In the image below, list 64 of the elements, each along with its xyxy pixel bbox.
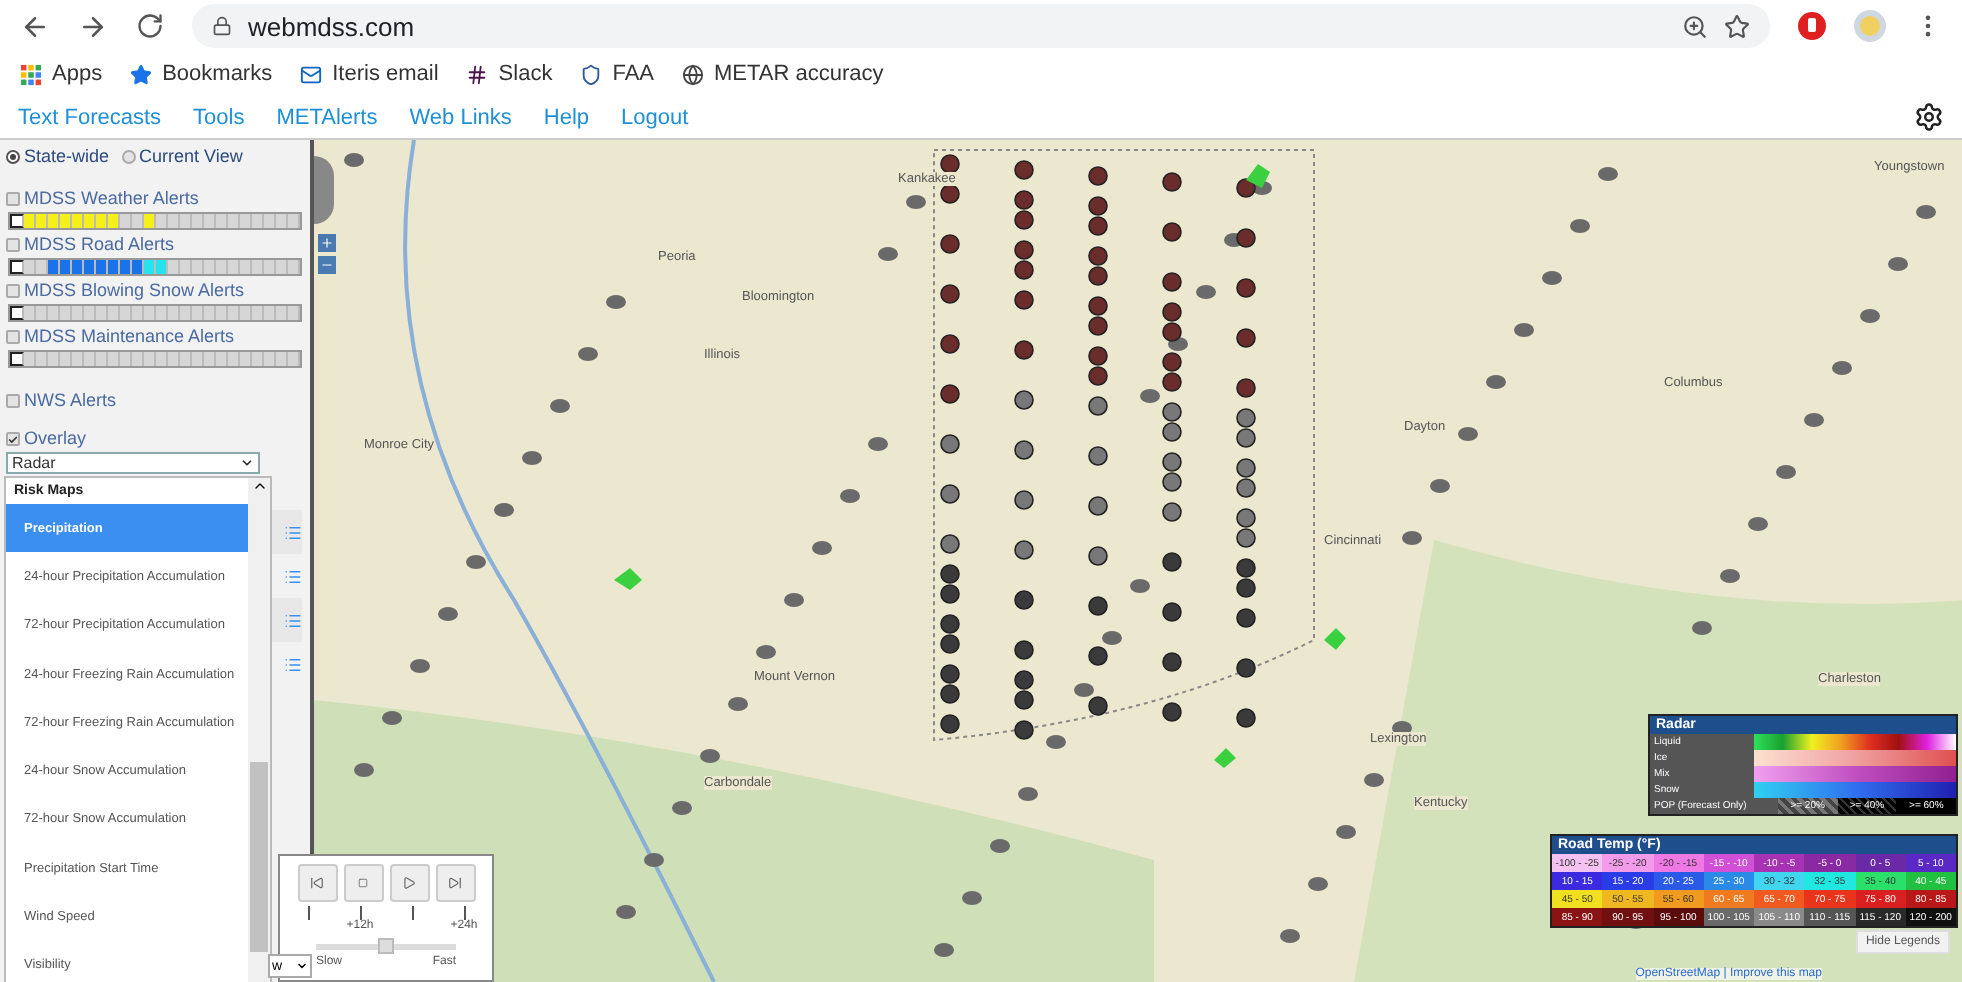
lock-icon	[212, 16, 232, 36]
radio-label: Current View	[139, 146, 243, 168]
list-icon[interactable]	[284, 655, 302, 673]
extension-icon[interactable]	[1798, 12, 1826, 40]
overlay-label: Overlay	[24, 428, 87, 450]
checkbox[interactable]	[6, 330, 20, 344]
radio-label: State-wide	[24, 146, 110, 168]
checkbox[interactable]	[6, 432, 20, 446]
bookmark-link[interactable]: Bookmarks	[130, 62, 273, 86]
alert-group-label: MDSS Road Alerts	[24, 234, 175, 256]
skip-forward-button[interactable]	[435, 864, 475, 902]
star-icon	[130, 63, 153, 85]
list-icon[interactable]	[284, 611, 302, 629]
zoom-icon[interactable]	[1682, 13, 1708, 39]
profile-avatar-icon[interactable]	[1854, 10, 1886, 42]
globe-icon	[682, 63, 704, 85]
play-icon	[402, 876, 416, 890]
dropdown-caret-icon	[296, 960, 308, 972]
play-button[interactable]	[389, 864, 429, 902]
alert-group-label: MDSS Maintenance Alerts	[24, 326, 235, 348]
skip-back-button[interactable]	[297, 864, 337, 902]
dropdown-caret-icon	[240, 456, 254, 470]
zoom-out-button[interactable]	[318, 256, 336, 274]
speed-slider-track[interactable]	[316, 944, 456, 950]
zoom-in-button[interactable]	[318, 234, 336, 252]
bookmark-link[interactable]: Apps	[20, 62, 103, 86]
stop-icon	[358, 878, 368, 888]
skip-forward-icon	[448, 876, 462, 890]
panel-toggle-handle[interactable]	[314, 156, 334, 224]
check-icon	[8, 433, 18, 445]
stop-button[interactable]	[343, 864, 383, 902]
bookmark-link[interactable]: Slack	[466, 62, 553, 86]
nws-alerts-label: NWS Alerts	[24, 390, 117, 412]
checkbox[interactable]	[6, 394, 20, 408]
scrollbar[interactable]	[248, 478, 270, 982]
alert-group-label: MDSS Blowing Snow Alerts	[24, 280, 245, 302]
alert-group-label: MDSS Weather Alerts	[24, 188, 199, 210]
hash-icon	[466, 63, 489, 85]
list-icon[interactable]	[284, 523, 302, 541]
scroll-up-icon[interactable]	[251, 478, 267, 494]
address-bar[interactable]: webmdss.com	[192, 4, 1770, 48]
url-text: webmdss.com	[248, 11, 417, 41]
checkbox[interactable]	[6, 284, 20, 298]
minus-icon	[320, 258, 334, 272]
skip-back-icon	[310, 876, 324, 890]
bookmark-link[interactable]: METAR accuracy	[682, 62, 884, 86]
settings-icon[interactable]	[1914, 102, 1944, 132]
overlay-select[interactable]: Radar	[6, 452, 260, 474]
radio-button[interactable]	[6, 150, 20, 164]
bookmark-link[interactable]: Iteris email	[300, 62, 439, 86]
checkbox[interactable]	[6, 238, 20, 252]
speed-slider-thumb[interactable]	[378, 938, 394, 954]
back-icon[interactable]	[20, 11, 50, 41]
forward-icon[interactable]	[78, 11, 108, 41]
apps-grid-icon	[20, 63, 42, 85]
checkbox[interactable]	[6, 192, 20, 206]
plus-icon	[320, 236, 334, 250]
reload-icon[interactable]	[136, 12, 164, 40]
bookmark-star-icon[interactable]	[1724, 13, 1750, 39]
list-icon[interactable]	[284, 567, 302, 585]
radio-button[interactable]	[121, 150, 136, 164]
mail-icon	[300, 63, 323, 85]
bookmark-link[interactable]: FAA	[580, 62, 654, 86]
seal-icon	[580, 63, 603, 85]
